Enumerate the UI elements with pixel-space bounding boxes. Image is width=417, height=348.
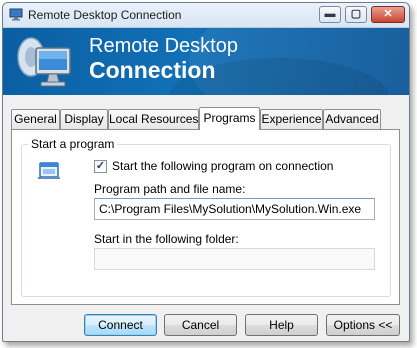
remote-desktop-logo-icon: [17, 37, 71, 87]
tab-local-resources[interactable]: Local Resources: [108, 109, 199, 129]
connect-button[interactable]: Connect: [84, 314, 157, 336]
start-program-checkbox-label[interactable]: Start the following program on connectio…: [112, 159, 333, 173]
tab-advanced[interactable]: Advanced: [323, 109, 381, 129]
start-program-checkbox[interactable]: ✓: [94, 160, 107, 173]
start-program-group: Start a program ✓ Start the following pr…: [21, 137, 391, 297]
cancel-button[interactable]: Cancel: [164, 314, 237, 336]
tab-display[interactable]: Display: [60, 109, 108, 129]
program-path-input[interactable]: C:\Program Files\MySolution\MySolution.W…: [94, 198, 375, 220]
options-button[interactable]: Options <<: [326, 314, 400, 336]
tab-programs[interactable]: Programs: [199, 107, 260, 130]
banner-title-line2: Connection: [89, 57, 216, 83]
start-folder-input[interactable]: [94, 248, 375, 270]
start-folder-label: Start in the following folder:: [94, 232, 239, 246]
window-title: Remote Desktop Connection: [28, 8, 182, 22]
maximize-button[interactable]: ▢: [345, 6, 367, 23]
minimize-button[interactable]: ▬: [319, 6, 341, 23]
help-button[interactable]: Help: [245, 314, 318, 336]
group-label: Start a program: [28, 137, 118, 151]
programs-tab-panel: Start a program ✓ Start the following pr…: [11, 129, 400, 305]
tab-experience[interactable]: Experience: [260, 109, 323, 129]
tab-general[interactable]: General: [11, 109, 60, 129]
app-icon: [9, 8, 23, 21]
title-bar[interactable]: Remote Desktop Connection ▬ ▢ ✕: [3, 3, 409, 28]
banner: Remote Desktop Connection: [3, 28, 409, 95]
program-window-icon: [38, 162, 60, 179]
remote-desktop-window: Remote Desktop Connection ▬ ▢ ✕ Remote D…: [2, 2, 410, 342]
program-path-label: Program path and file name:: [94, 182, 246, 196]
banner-title-line1: Remote Desktop: [89, 35, 238, 57]
close-button[interactable]: ✕: [371, 6, 405, 23]
